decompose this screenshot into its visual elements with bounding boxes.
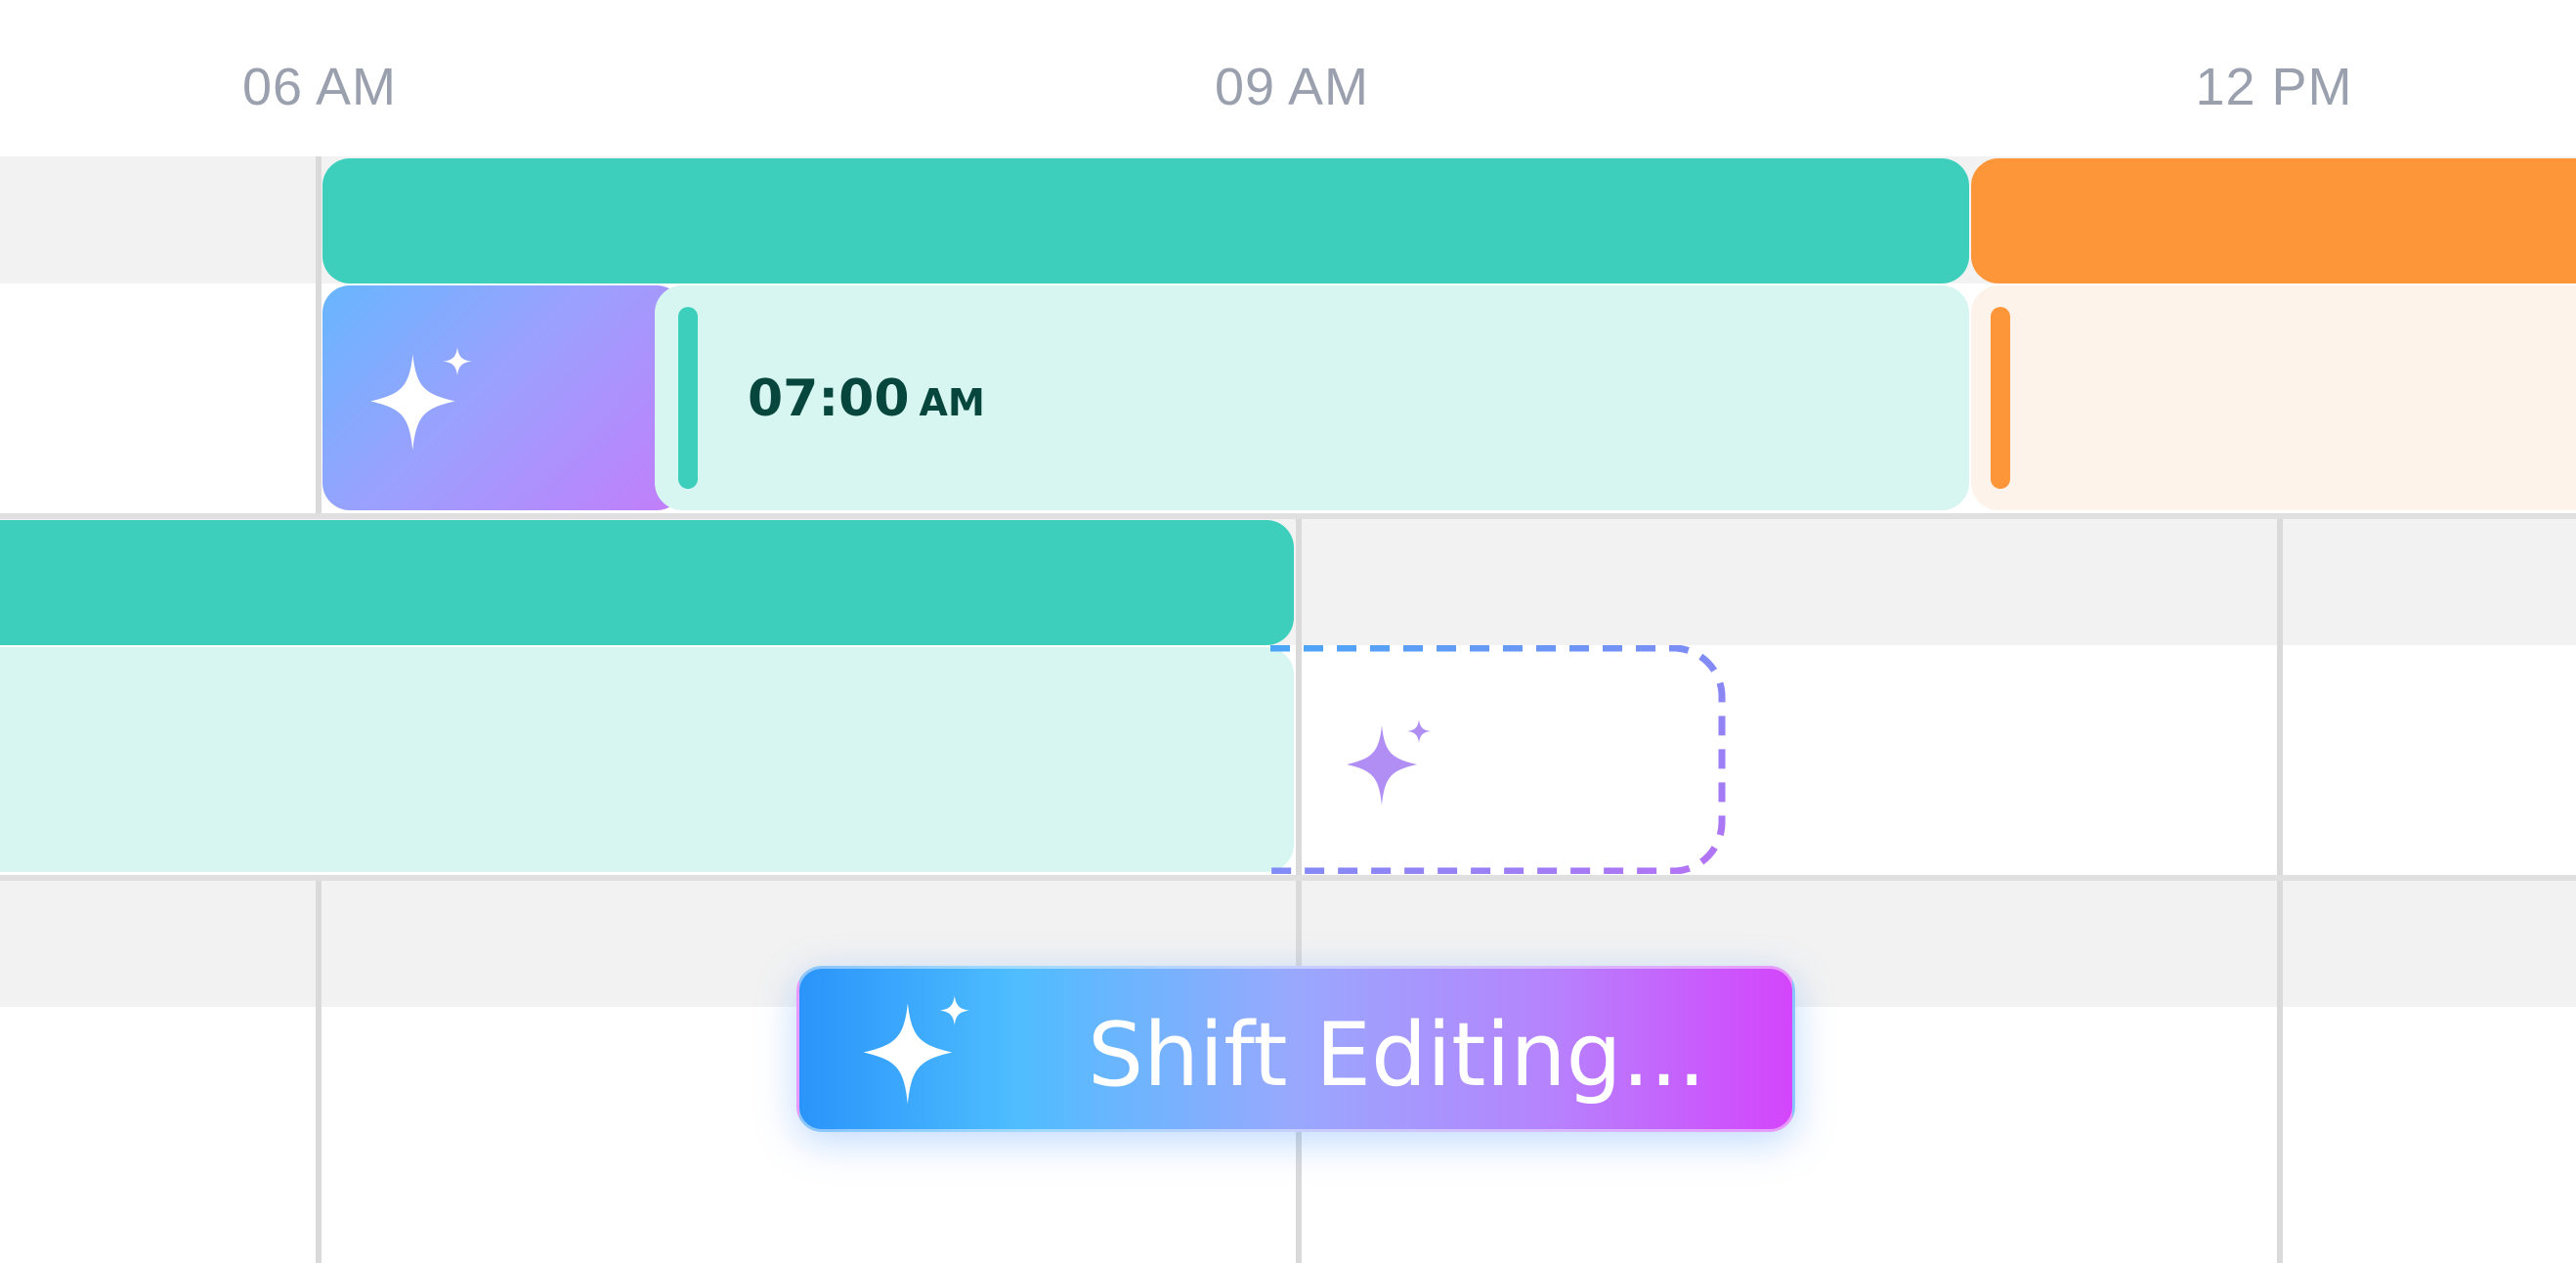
shift-detail-teal[interactable]	[0, 647, 1294, 872]
time-label-09am: 09 AM	[1214, 58, 1370, 116]
banner-label: Shift Editing...	[1088, 1004, 1706, 1107]
shift-start-ampm: AM	[919, 381, 985, 424]
row-divider	[0, 513, 2576, 519]
row-divider	[0, 875, 2576, 881]
sparkle-icon	[370, 347, 472, 451]
shift-bar-teal[interactable]	[322, 158, 1969, 283]
drag-handle[interactable]	[1991, 307, 2010, 489]
shift-detail-teal[interactable]: 07:00 AM	[655, 285, 1969, 510]
shift-editing-banner[interactable]: Shift Editing...	[796, 966, 1795, 1132]
sparkle-icon	[1347, 719, 1431, 806]
shift-start-time-value: 07:00	[748, 370, 910, 428]
time-label-06am: 06 AM	[241, 58, 398, 116]
drag-handle[interactable]	[678, 307, 698, 489]
shift-start-time: 07:00 AM	[748, 370, 985, 428]
shift-detail-peach[interactable]	[1971, 285, 2576, 510]
sparkle-icon	[863, 995, 969, 1105]
grid-line	[316, 156, 322, 516]
shift-bar-orange[interactable]	[1971, 158, 2576, 283]
ai-suggestion-tile[interactable]	[322, 285, 684, 510]
ai-suggested-slot[interactable]	[1270, 645, 1730, 874]
time-label-12pm: 12 PM	[2195, 58, 2353, 116]
shift-bar-teal[interactable]	[0, 520, 1294, 645]
grid-line	[1296, 518, 1302, 1263]
grid-line	[2277, 518, 2283, 1263]
grid-line	[316, 880, 322, 1263]
